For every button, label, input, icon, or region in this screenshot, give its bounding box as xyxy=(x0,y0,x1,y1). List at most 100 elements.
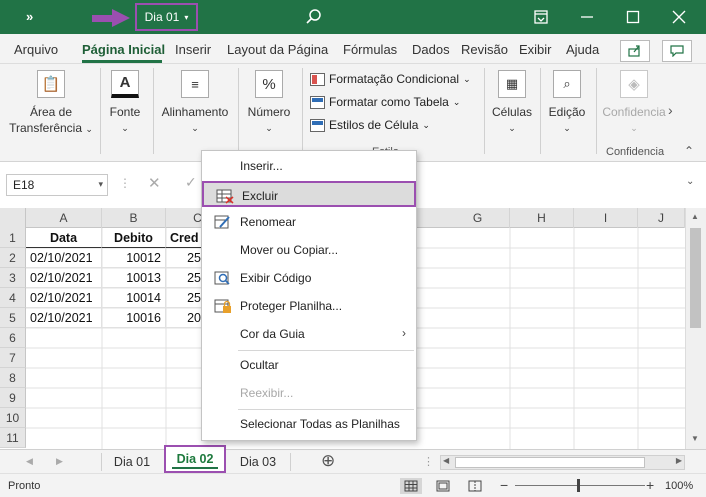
cell-c5[interactable]: 20 xyxy=(166,308,206,328)
tab-arquivo[interactable]: Arquivo xyxy=(14,42,58,57)
editing-group[interactable]: ⌕ Edição ⌄ xyxy=(544,70,590,136)
horizontal-scrollbar[interactable]: ◀ ▶ xyxy=(440,455,685,470)
cell-b1[interactable]: Debito xyxy=(102,228,166,248)
number-group[interactable]: % Número ⌄ xyxy=(244,70,294,136)
tab-pagina-inicial[interactable]: Página Inicial xyxy=(82,42,165,57)
share-button[interactable] xyxy=(620,40,650,62)
row-header-9[interactable]: 9 xyxy=(0,388,26,408)
menu-item-exibir-codigo[interactable]: Exibir Código xyxy=(202,265,416,291)
page-layout-view-button[interactable] xyxy=(432,478,454,494)
column-header-h[interactable]: H xyxy=(510,208,574,228)
menu-item-renomear[interactable]: Renomear xyxy=(202,209,416,235)
menu-item-inserir[interactable]: Inserir... xyxy=(202,153,416,179)
conditional-formatting-button[interactable]: Formatação Condicional ⌄ xyxy=(310,72,471,86)
cell-c3[interactable]: 25 xyxy=(166,268,206,288)
row-header-7[interactable]: 7 xyxy=(0,348,26,368)
cells-group[interactable]: ▦ Células ⌄ xyxy=(488,70,536,136)
workbook-title-dropdown[interactable]: Dia 01 ▾ xyxy=(135,3,198,31)
sensitivity-group[interactable]: ◈ Confidencia ⌄ xyxy=(602,70,666,136)
normal-view-button[interactable] xyxy=(400,478,422,494)
cell-a2[interactable]: 02/10/2021 xyxy=(26,248,102,268)
menu-item-selecionar-todas[interactable]: Selecionar Todas as Planilhas xyxy=(202,411,416,437)
sheet-tab-dia-02[interactable]: Dia 02 xyxy=(164,445,226,473)
tab-layout-da-pagina[interactable]: Layout da Página xyxy=(227,42,328,57)
zoom-in-button[interactable]: + xyxy=(646,477,654,493)
vertical-scroll-thumb[interactable] xyxy=(690,228,701,328)
page-break-view-button[interactable] xyxy=(464,478,486,494)
scroll-up-icon[interactable]: ▲ xyxy=(691,212,699,221)
vertical-scrollbar[interactable]: ▲ ▼ xyxy=(685,208,706,449)
cell-styles-button[interactable]: Estilos de Célula ⌄ xyxy=(310,118,430,132)
row-header-8[interactable]: 8 xyxy=(0,368,26,388)
search-icon[interactable] xyxy=(305,8,323,26)
tab-split-grip-icon[interactable]: ⋮ xyxy=(423,455,434,468)
row-header-1[interactable]: 1 xyxy=(0,228,26,248)
column-header-g[interactable]: G xyxy=(446,208,510,228)
column-header-b[interactable]: B xyxy=(102,208,166,228)
ribbon-display-icon[interactable] xyxy=(533,9,549,25)
cell-b3[interactable]: 10013 xyxy=(102,268,166,288)
tab-inserir[interactable]: Inserir xyxy=(175,42,211,57)
row-header-5[interactable]: 5 xyxy=(0,308,26,328)
cell-a4[interactable]: 02/10/2021 xyxy=(26,288,102,308)
cell-b5[interactable]: 10016 xyxy=(102,308,166,328)
prev-sheet-icon[interactable]: ◀ xyxy=(26,456,33,467)
row-header-11[interactable]: 11 xyxy=(0,428,26,448)
close-icon[interactable] xyxy=(672,9,686,25)
menu-item-proteger-planilha[interactable]: Proteger Planilha... xyxy=(202,293,416,319)
add-sheet-icon[interactable]: ⊕ xyxy=(321,451,335,471)
alignment-group[interactable]: ≡ Alinhamento ⌄ xyxy=(158,70,232,136)
cell-a5[interactable]: 02/10/2021 xyxy=(26,308,102,328)
scroll-down-icon[interactable]: ▼ xyxy=(691,434,699,443)
zoom-slider-handle[interactable] xyxy=(577,479,580,492)
column-header-j[interactable]: J xyxy=(638,208,685,228)
row-header-3[interactable]: 3 xyxy=(0,268,26,288)
name-box[interactable]: E18 ▾ xyxy=(6,174,108,196)
row-header-2[interactable]: 2 xyxy=(0,248,26,268)
row-header-10[interactable]: 10 xyxy=(0,408,26,428)
row-header-4[interactable]: 4 xyxy=(0,288,26,308)
scroll-left-icon[interactable]: ◀ xyxy=(443,456,449,465)
confirm-entry-icon[interactable]: ✓ xyxy=(185,174,197,191)
scroll-right-icon[interactable]: ▶ xyxy=(676,456,682,465)
zoom-out-button[interactable]: − xyxy=(500,477,508,493)
tab-ajuda[interactable]: Ajuda xyxy=(566,42,599,57)
expand-formula-bar-icon[interactable]: ⌄ xyxy=(686,176,694,187)
comments-button[interactable] xyxy=(662,40,692,62)
column-header-a[interactable]: A xyxy=(26,208,102,228)
cell-c4[interactable]: 25 xyxy=(166,288,206,308)
minimize-icon[interactable] xyxy=(580,9,594,25)
maximize-icon[interactable] xyxy=(626,9,640,25)
zoom-slider[interactable] xyxy=(515,485,645,486)
tab-dados[interactable]: Dados xyxy=(412,42,450,57)
cell-b2[interactable]: 10012 xyxy=(102,248,166,268)
sheet-tab-dia-03[interactable]: Dia 03 xyxy=(230,450,286,474)
cell-c2[interactable]: 25 xyxy=(166,248,206,268)
cancel-entry-icon[interactable]: ✕ xyxy=(148,174,161,192)
tab-formulas[interactable]: Fórmulas xyxy=(343,42,397,57)
chevron-down-icon[interactable]: ▾ xyxy=(98,179,103,190)
column-header-i[interactable]: I xyxy=(574,208,638,228)
cell-c1[interactable]: Cred xyxy=(166,228,206,248)
tab-revisao[interactable]: Revisão xyxy=(461,42,508,57)
menu-item-excluir[interactable]: Excluir xyxy=(202,181,416,207)
sheet-tab-dia-01[interactable]: Dia 01 xyxy=(104,450,160,474)
menu-item-cor-da-guia[interactable]: Cor da Guia › xyxy=(202,321,416,347)
zoom-level[interactable]: 100% xyxy=(665,480,693,492)
menu-item-mover-copiar[interactable]: Mover ou Copiar... xyxy=(202,237,416,263)
cell-a1[interactable]: Data xyxy=(26,228,102,248)
font-group[interactable]: A Fonte ⌄ xyxy=(104,70,146,136)
tab-exibir[interactable]: Exibir xyxy=(519,42,552,57)
format-as-table-button[interactable]: Formatar como Tabela ⌄ xyxy=(310,95,460,109)
clipboard-group[interactable]: 📋 Área de Transferência ⌄ xyxy=(8,70,94,137)
select-all-corner[interactable] xyxy=(0,208,26,228)
quick-access-overflow-icon[interactable]: » xyxy=(26,9,33,24)
row-header-6[interactable]: 6 xyxy=(0,328,26,348)
next-sheet-icon[interactable]: ▶ xyxy=(56,456,63,467)
collapse-ribbon-icon[interactable]: ⌃ xyxy=(684,144,694,158)
cell-b4[interactable]: 10014 xyxy=(102,288,166,308)
menu-item-ocultar[interactable]: Ocultar xyxy=(202,352,416,378)
ribbon-scroll-right-icon[interactable]: › xyxy=(668,102,673,118)
horizontal-scroll-thumb[interactable] xyxy=(455,457,645,468)
cell-a3[interactable]: 02/10/2021 xyxy=(26,268,102,288)
